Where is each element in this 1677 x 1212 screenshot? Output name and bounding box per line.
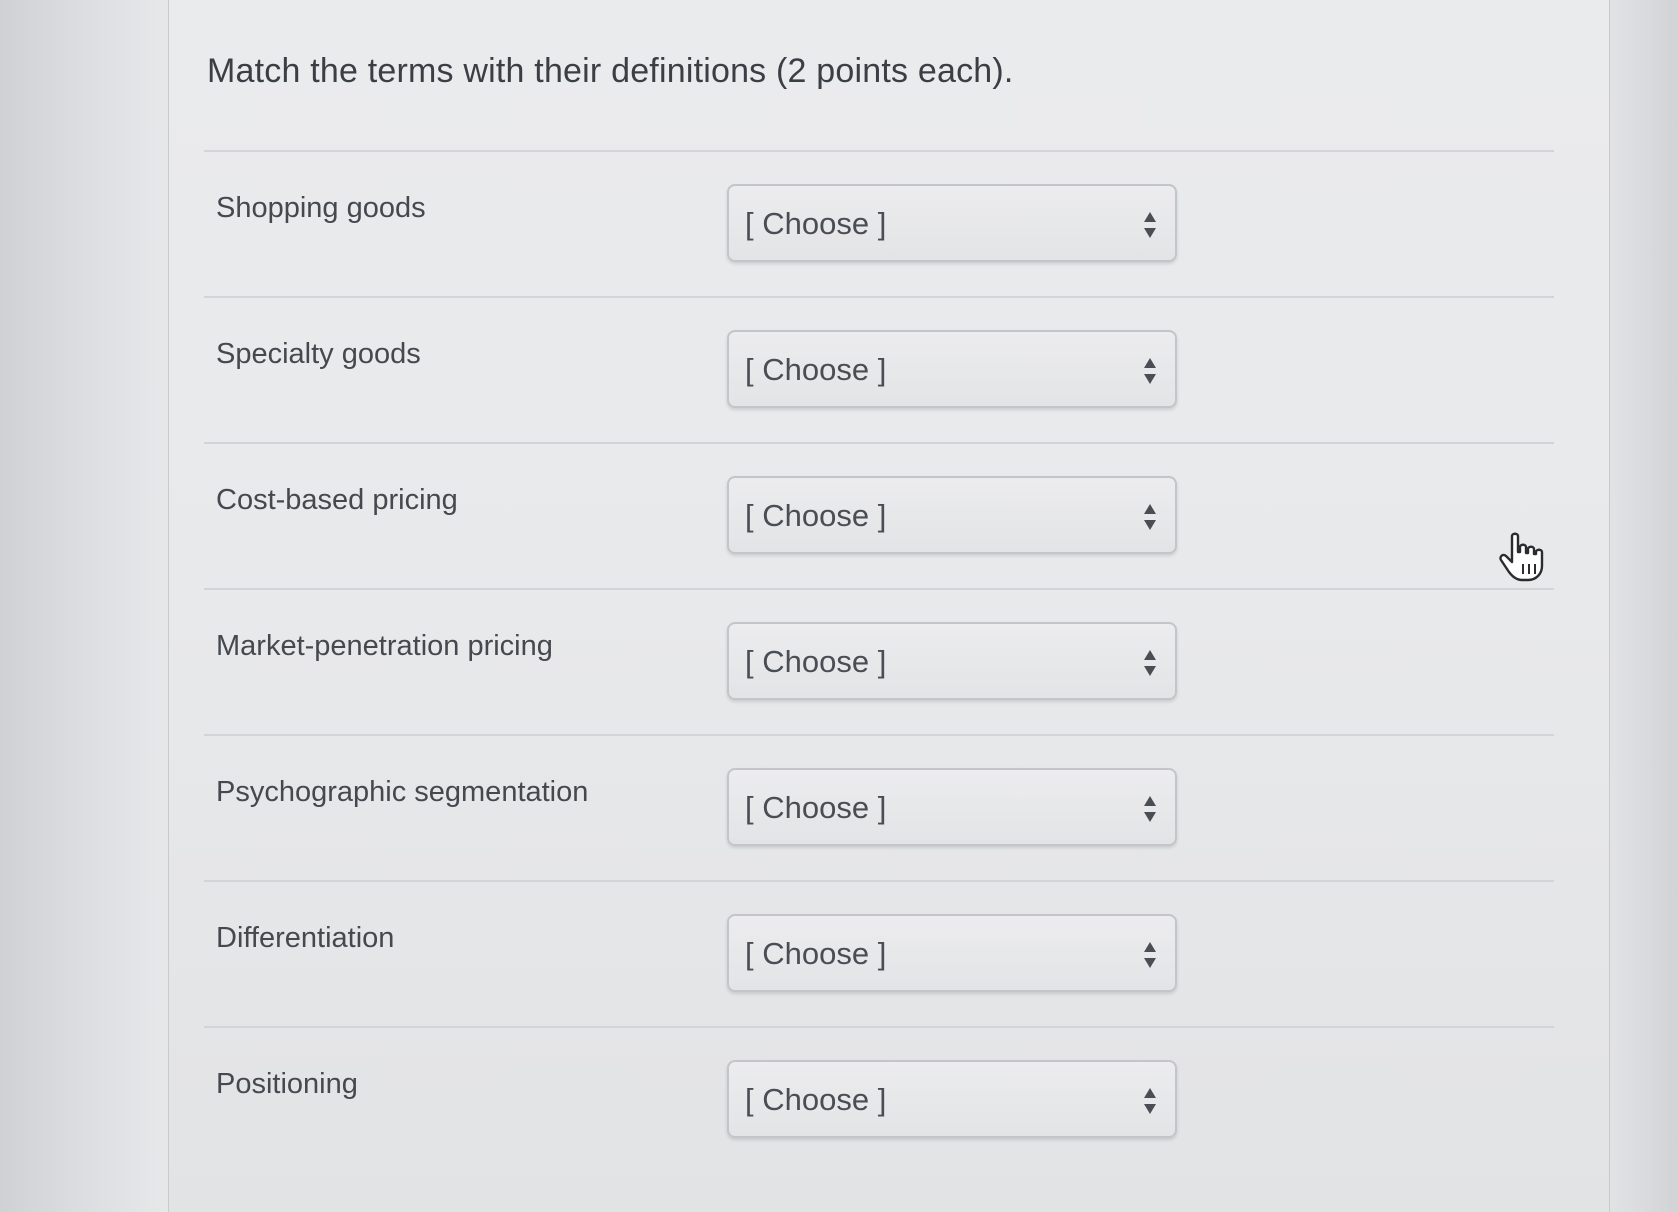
definition-select[interactable]: [ Choose ] [727, 476, 1177, 554]
up-down-arrows-icon [1144, 504, 1156, 530]
match-row: Cost-based pricing [ Choose ] [204, 442, 1554, 588]
select-value: [ Choose ] [745, 498, 887, 533]
question-title: Match the terms with their definitions (… [207, 52, 1014, 90]
up-down-arrows-icon [1144, 796, 1156, 822]
up-down-arrows-icon [1144, 358, 1156, 384]
select-value: [ Choose ] [745, 352, 887, 387]
term-label: Psychographic segmentation [216, 776, 589, 808]
up-down-arrows-icon [1144, 212, 1156, 238]
select-value: [ Choose ] [745, 206, 887, 241]
definition-select[interactable]: [ Choose ] [727, 622, 1177, 700]
term-label: Differentiation [216, 922, 395, 954]
term-label: Market-penetration pricing [216, 630, 553, 662]
hand-pointer-icon [1499, 532, 1544, 582]
match-row: Market-penetration pricing [ Choose ] [204, 588, 1554, 734]
match-row: Specialty goods [ Choose ] [204, 296, 1554, 442]
term-label: Positioning [216, 1068, 358, 1100]
definition-select[interactable]: [ Choose ] [727, 1060, 1177, 1138]
match-row: Positioning [ Choose ] [204, 1026, 1554, 1172]
select-value: [ Choose ] [745, 936, 887, 971]
select-value: [ Choose ] [745, 1082, 887, 1117]
matching-list: Shopping goods [ Choose ] Specialty good… [204, 150, 1554, 1172]
match-row: Psychographic segmentation [ Choose ] [204, 734, 1554, 880]
select-value: [ Choose ] [745, 790, 887, 825]
up-down-arrows-icon [1144, 1088, 1156, 1114]
term-label: Shopping goods [216, 192, 426, 224]
match-row: Differentiation [ Choose ] [204, 880, 1554, 1026]
definition-select[interactable]: [ Choose ] [727, 330, 1177, 408]
term-label: Cost-based pricing [216, 484, 458, 516]
quiz-page: Match the terms with their definitions (… [168, 0, 1610, 1212]
definition-select[interactable]: [ Choose ] [727, 914, 1177, 992]
match-row: Shopping goods [ Choose ] [204, 150, 1554, 296]
up-down-arrows-icon [1144, 942, 1156, 968]
up-down-arrows-icon [1144, 650, 1156, 676]
definition-select[interactable]: [ Choose ] [727, 768, 1177, 846]
definition-select[interactable]: [ Choose ] [727, 184, 1177, 262]
term-label: Specialty goods [216, 338, 421, 370]
select-value: [ Choose ] [745, 644, 887, 679]
